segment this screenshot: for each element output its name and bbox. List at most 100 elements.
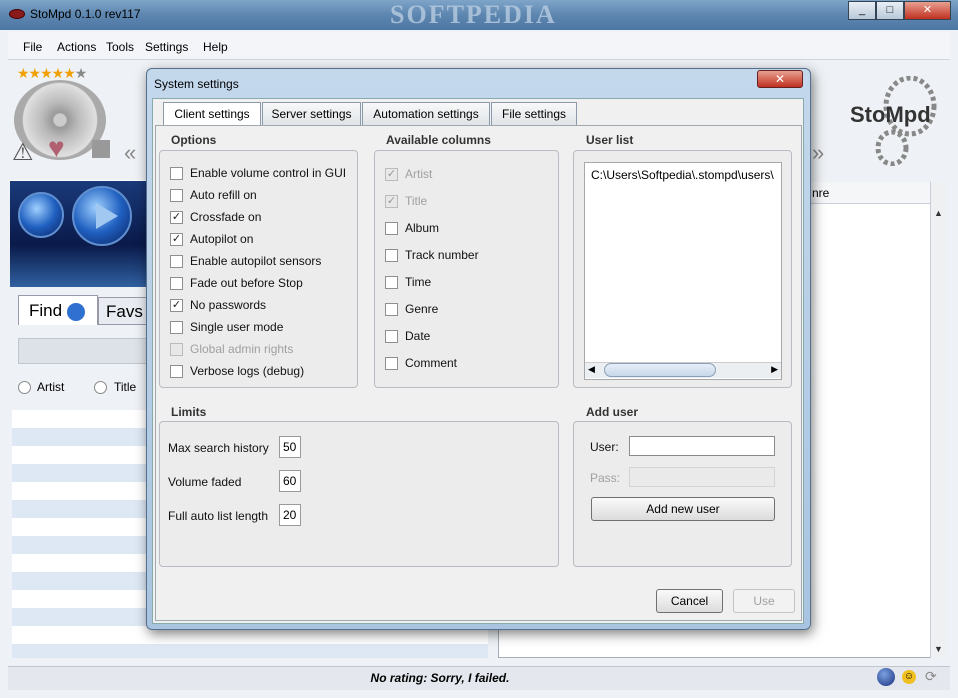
add-user-title: Add user xyxy=(586,405,639,419)
option-label: Global admin rights xyxy=(190,342,294,356)
minimize-button[interactable]: _ xyxy=(848,1,876,20)
radio-artist[interactable] xyxy=(18,381,31,394)
full-auto-list-length-input[interactable]: 20 xyxy=(279,504,301,526)
chevron-left-icon[interactable]: « xyxy=(124,140,136,166)
stop-icon[interactable] xyxy=(92,140,110,158)
option-checkbox[interactable]: ✓ xyxy=(170,233,183,246)
options-title: Options xyxy=(171,133,217,147)
option-label: Verbose logs (debug) xyxy=(190,364,305,378)
column-label: Artist xyxy=(405,167,433,181)
status-text: No rating: Sorry, I failed. xyxy=(370,671,510,685)
app-icon xyxy=(9,9,25,19)
column-checkbox[interactable] xyxy=(385,276,398,289)
volume-faded-input[interactable]: 60 xyxy=(279,470,301,492)
radio-title[interactable] xyxy=(94,381,107,394)
column-checkbox[interactable] xyxy=(385,249,398,262)
option-checkbox[interactable] xyxy=(170,189,183,202)
tab-automation-settings[interactable]: Automation settings xyxy=(362,102,490,126)
tab-client-settings[interactable]: Client settings xyxy=(163,102,261,127)
tab-find-label: Find xyxy=(29,301,63,320)
play-button[interactable] xyxy=(72,186,132,246)
option-label: Enable volume control in GUI xyxy=(190,166,347,180)
use-button: Use xyxy=(733,589,795,613)
column-label: Genre xyxy=(405,302,439,316)
columns-title: Available columns xyxy=(386,133,491,147)
logo: StoMpd xyxy=(844,75,944,167)
column-label: Album xyxy=(405,221,440,235)
tab-file-settings[interactable]: File settings xyxy=(491,102,577,126)
pass-label: Pass: xyxy=(590,471,621,485)
column-label: Title xyxy=(405,194,428,208)
user-list-item[interactable]: C:\Users\Softpedia\.stompd\users\ xyxy=(591,168,779,182)
limits-title: Limits xyxy=(171,405,207,419)
option-label: Auto refill on xyxy=(190,188,257,202)
smiley-icon[interactable]: ☺ xyxy=(902,670,916,684)
star-empty-icon[interactable]: ★ xyxy=(75,65,88,81)
menu-actions[interactable]: Actions xyxy=(57,40,96,54)
maximize-button[interactable]: □ xyxy=(876,1,904,20)
option-checkbox[interactable] xyxy=(170,365,183,378)
menu-tools[interactable]: Tools xyxy=(106,40,134,54)
column-header-label: nre xyxy=(812,186,830,200)
column-checkbox: ✓ xyxy=(385,195,398,208)
scroll-down-icon[interactable]: ▼ xyxy=(934,644,943,654)
column-label: Date xyxy=(405,329,431,343)
user-list-title: User list xyxy=(586,133,634,147)
radio-artist-label: Artist xyxy=(37,380,65,394)
user-input[interactable] xyxy=(629,436,775,456)
option-checkbox[interactable] xyxy=(170,167,183,180)
scroll-right-icon[interactable]: ▶ xyxy=(771,364,778,375)
scroll-up-icon[interactable]: ▲ xyxy=(934,208,943,218)
window-title: StoMpd 0.1.0 rev117 xyxy=(30,7,141,21)
full-auto-list-length-label: Full auto list length xyxy=(168,509,269,523)
star-icon[interactable]: ★★★★★ xyxy=(17,65,76,81)
column-label: Track number xyxy=(405,248,479,262)
chevron-right-icon[interactable]: » xyxy=(812,140,824,166)
search-icon xyxy=(66,302,85,321)
cancel-button[interactable]: Cancel xyxy=(656,589,723,613)
max-search-history-input[interactable]: 50 xyxy=(279,436,301,458)
globe-icon[interactable] xyxy=(877,668,895,686)
column-checkbox[interactable] xyxy=(385,303,398,316)
menu-file[interactable]: File xyxy=(23,40,42,54)
option-checkbox xyxy=(170,343,183,356)
search-input[interactable] xyxy=(18,338,158,364)
option-label: Crossfade on xyxy=(190,210,262,224)
column-checkbox[interactable] xyxy=(385,222,398,235)
option-checkbox[interactable]: ✓ xyxy=(170,211,183,224)
scroll-left-icon[interactable]: ◀ xyxy=(588,364,595,375)
pass-input xyxy=(629,467,775,487)
column-label: Time xyxy=(405,275,432,289)
rating-stars[interactable]: ★★★★★★ xyxy=(17,65,88,82)
option-label: Enable autopilot sensors xyxy=(190,254,322,268)
option-checkbox[interactable] xyxy=(170,321,183,334)
previous-button[interactable] xyxy=(18,192,64,238)
column-checkbox[interactable] xyxy=(385,330,398,343)
option-label: Single user mode xyxy=(190,320,284,334)
tab-find[interactable]: Find xyxy=(18,295,98,325)
dialog-close-button[interactable]: ✕ xyxy=(757,70,803,88)
warning-icon[interactable]: ⚠ xyxy=(12,138,34,167)
vertical-scrollbar[interactable]: ▲ ▼ xyxy=(930,182,946,658)
option-checkbox[interactable]: ✓ xyxy=(170,299,183,312)
close-button[interactable]: ✕ xyxy=(904,1,951,20)
column-checkbox: ✓ xyxy=(385,168,398,181)
option-label: Fade out before Stop xyxy=(190,276,303,290)
column-checkbox[interactable] xyxy=(385,357,398,370)
heart-icon[interactable]: ♥ xyxy=(48,132,65,164)
scrollbar-thumb[interactable] xyxy=(604,363,716,377)
user-list[interactable] xyxy=(584,162,782,380)
logo-text: StoMpd xyxy=(850,102,931,127)
option-checkbox[interactable] xyxy=(170,277,183,290)
volume-faded-label: Volume faded xyxy=(168,475,242,489)
max-search-history-label: Max search history xyxy=(168,441,269,455)
refresh-icon[interactable]: ⟳ xyxy=(925,668,937,685)
option-checkbox[interactable] xyxy=(170,255,183,268)
menu-settings[interactable]: Settings xyxy=(145,40,188,54)
dialog-title: System settings xyxy=(154,77,239,91)
watermark: SOFTPEDIA xyxy=(390,0,557,29)
tab-server-settings[interactable]: Server settings xyxy=(262,102,361,126)
add-new-user-button[interactable]: Add new user xyxy=(591,497,775,521)
user-label: User: xyxy=(590,440,619,454)
menu-help[interactable]: Help xyxy=(203,40,228,54)
